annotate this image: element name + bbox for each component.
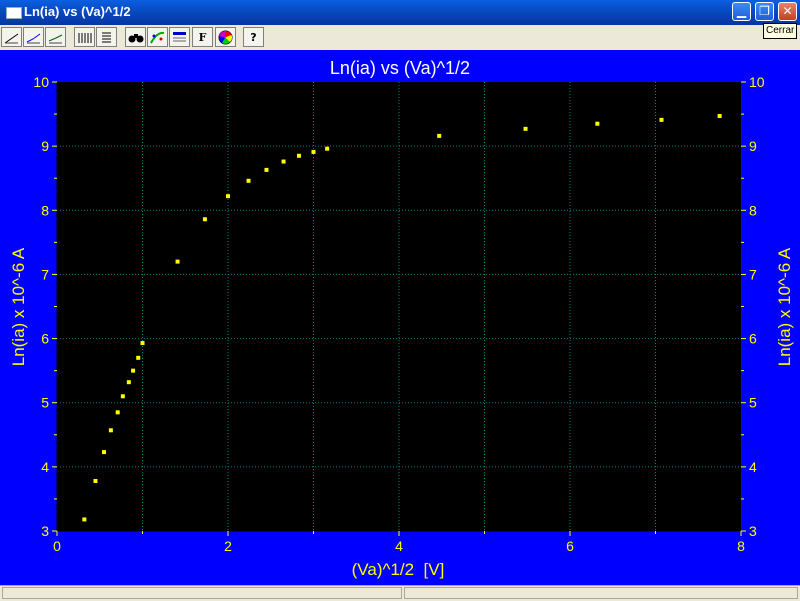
chart-title: Ln(ia) vs (Va)^1/2 xyxy=(330,58,470,78)
data-point xyxy=(202,217,207,222)
x-tick-label: 8 xyxy=(737,538,745,554)
y-axis-ticks-left: 3 4 5 6 7 8 9 10 xyxy=(33,74,57,539)
y-axis-label-left: Ln(ia) x 10^-6 A xyxy=(9,247,28,366)
data-point xyxy=(102,450,107,455)
line-style-2-button[interactable] xyxy=(23,27,44,47)
data-point xyxy=(281,159,286,164)
data-point xyxy=(126,380,131,385)
y-tick-label-right: 3 xyxy=(749,523,757,539)
window-title: Ln(ia) vs (Va)^1/2 xyxy=(24,4,131,19)
data-point xyxy=(523,126,528,131)
data-point xyxy=(115,410,120,415)
data-point xyxy=(136,355,141,360)
x-tick-label: 6 xyxy=(566,538,574,554)
data-list-button[interactable] xyxy=(96,27,117,47)
y-tick-label-right: 6 xyxy=(749,331,757,347)
data-point xyxy=(140,341,145,346)
x-axis-label: (Va)^1/2 [V] xyxy=(352,560,445,579)
app-icon xyxy=(6,7,22,19)
data-point xyxy=(226,194,230,199)
toolbar: F ? xyxy=(0,25,800,51)
restore-icon: ❐ xyxy=(759,4,770,18)
table-icon xyxy=(173,31,186,41)
y-tick-label-right: 9 xyxy=(749,138,757,154)
fit-curve-icon xyxy=(150,31,165,43)
line-style-1-button[interactable] xyxy=(1,27,22,47)
minimize-button[interactable]: ▁ xyxy=(732,2,751,21)
font-icon: F xyxy=(198,30,207,44)
title-bar[interactable]: Ln(ia) vs (Va)^1/2 ▁ ❐ ✕ xyxy=(0,0,800,25)
font-button[interactable]: F xyxy=(192,27,213,47)
y-axis-label-right: Ln(ia) x 10^-6 A xyxy=(775,247,794,366)
y-tick-label-left: 9 xyxy=(41,138,49,154)
data-columns-button[interactable] xyxy=(74,27,95,47)
line-style-2-icon xyxy=(26,33,41,43)
scatter-chart: Ln(ia) vs (Va)^1/2 0 2 4 6 8 3 4 5 6 7 8 9 10 3 4 5 6 7… xyxy=(9,58,794,579)
line-style-1-icon xyxy=(4,33,19,43)
line-style-3-button[interactable] xyxy=(45,27,66,47)
data-point xyxy=(595,121,600,126)
help-icon: ? xyxy=(250,30,257,44)
data-point xyxy=(175,259,180,264)
y-tick-label-right: 8 xyxy=(749,202,757,218)
fit-curve-button[interactable] xyxy=(147,27,168,47)
data-point xyxy=(437,133,442,138)
x-tick-label: 2 xyxy=(224,538,232,554)
binoculars-button[interactable] xyxy=(125,27,146,47)
x-tick-label: 4 xyxy=(395,538,403,554)
status-pane-right xyxy=(404,587,798,599)
table-button[interactable] xyxy=(169,27,190,47)
binoculars-icon xyxy=(128,33,143,42)
status-bar xyxy=(0,585,800,601)
line-style-3-icon xyxy=(48,34,63,43)
data-point xyxy=(93,478,98,483)
y-tick-label-right: 7 xyxy=(749,266,757,282)
y-axis-ticks-right: 3 4 5 6 7 8 9 10 xyxy=(741,74,765,539)
help-button[interactable]: ? xyxy=(243,27,264,47)
x-axis-ticks: 0 2 4 6 8 xyxy=(53,531,745,554)
data-point xyxy=(264,167,269,172)
y-tick-label-right: 4 xyxy=(749,459,757,475)
close-button[interactable]: ✕ xyxy=(778,2,797,21)
data-point xyxy=(120,394,125,399)
restore-button[interactable]: ❐ xyxy=(755,2,774,21)
y-tick-label-left: 6 xyxy=(41,331,49,347)
data-point xyxy=(246,178,251,183)
y-tick-label-left: 8 xyxy=(41,202,49,218)
data-point xyxy=(296,153,301,158)
close-tooltip: Cerrar xyxy=(763,23,798,39)
y-tick-label-left: 5 xyxy=(41,395,49,411)
close-icon: ✕ xyxy=(782,4,793,18)
data-point xyxy=(325,146,330,151)
status-pane-left xyxy=(2,587,402,599)
chart-frame: Ln(ia) vs (Va)^1/2 0 2 4 6 8 3 4 5 6 7 8 9 10 3 4 5 6 7… xyxy=(0,50,800,585)
data-point xyxy=(717,113,722,118)
data-list-icon xyxy=(102,32,111,42)
data-point xyxy=(82,517,87,522)
y-tick-label-left: 4 xyxy=(41,459,49,475)
x-tick-label: 0 xyxy=(53,538,61,554)
y-tick-label-left: 7 xyxy=(41,266,49,282)
color-wheel-icon xyxy=(218,30,233,44)
y-tick-label-left: 10 xyxy=(33,74,49,90)
data-point xyxy=(311,149,316,154)
y-tick-label-left: 3 xyxy=(41,523,49,539)
data-point xyxy=(659,117,664,122)
y-tick-label-right: 5 xyxy=(749,395,757,411)
data-point xyxy=(131,368,136,373)
data-columns-icon xyxy=(78,32,92,43)
data-point xyxy=(108,428,113,433)
color-wheel-button[interactable] xyxy=(215,27,236,47)
y-tick-label-right: 10 xyxy=(749,74,765,90)
minimize-icon: ▁ xyxy=(736,4,747,18)
